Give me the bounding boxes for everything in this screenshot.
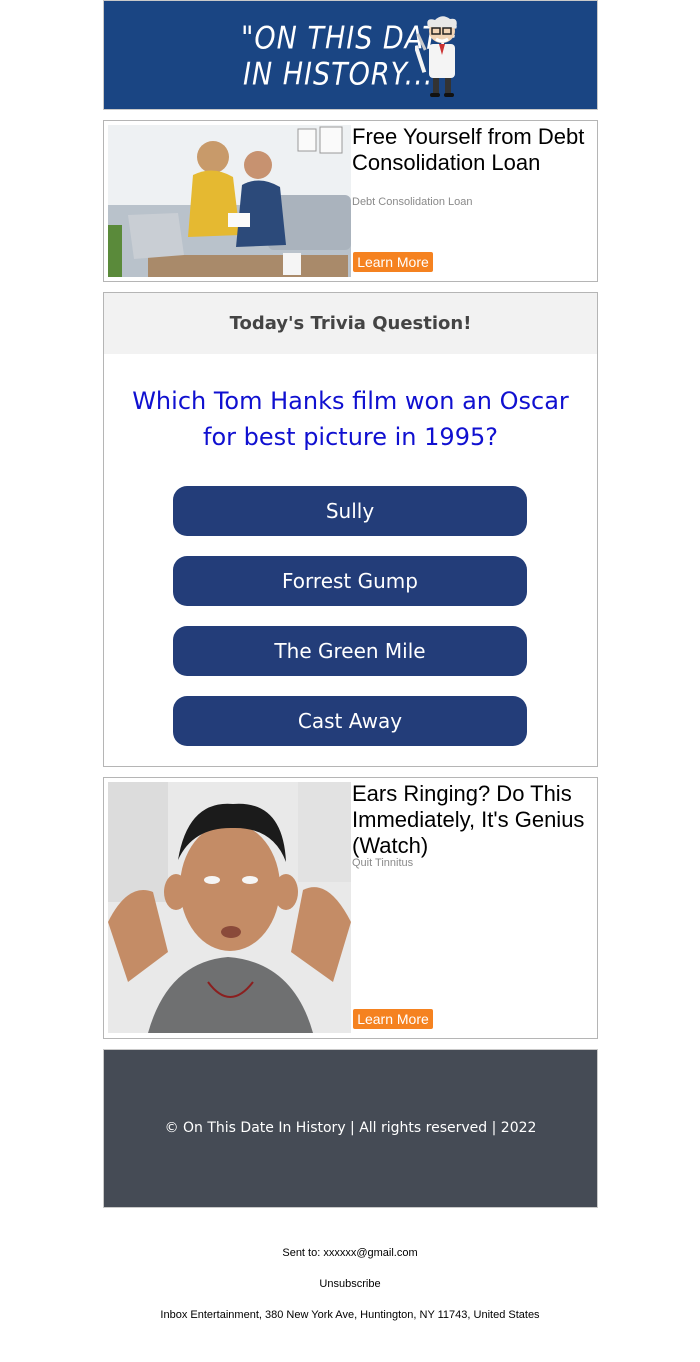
ad-source: Debt Consolidation Loan — [352, 196, 473, 208]
answer-button-cast-away[interactable]: Cast Away — [173, 696, 527, 746]
unsubscribe-link[interactable]: Unsubscribe — [0, 1278, 700, 1290]
ad-title[interactable]: Free Yourself from Debt Consolidation Lo… — [352, 124, 592, 176]
site-logo[interactable]: "ON THIS DATE IN HISTORY..." — [241, 15, 471, 101]
answer-button-the-green-mile[interactable]: The Green Mile — [173, 626, 527, 676]
trivia-card: Today's Trivia Question! Which Tom Hanks… — [103, 292, 598, 767]
answer-button-sully[interactable]: Sully — [173, 486, 527, 536]
learn-more-button[interactable]: Learn More — [353, 1009, 433, 1029]
company-address: Inbox Entertainment, 380 New York Ave, H… — [160, 1309, 540, 1321]
ad-image[interactable] — [108, 125, 351, 277]
sponsored-ad-card[interactable]: Ears Ringing? Do This Immediately, It's … — [103, 777, 598, 1039]
ad-image[interactable] — [108, 782, 351, 1033]
ad-source: Quit Tinnitus — [352, 857, 414, 869]
sponsored-ad-card[interactable]: Free Yourself from Debt Consolidation Lo… — [103, 120, 598, 282]
ad-title[interactable]: Ears Ringing? Do This Immediately, It's … — [352, 781, 592, 859]
copyright-footer: © On This Date In History | All rights r… — [103, 1049, 598, 1208]
answer-button-forrest-gump[interactable]: Forrest Gump — [173, 556, 527, 606]
header-banner[interactable]: "ON THIS DATE IN HISTORY..." — [103, 0, 598, 110]
learn-more-button[interactable]: Learn More — [353, 252, 433, 272]
trivia-question: Which Tom Hanks film won an Oscar for be… — [132, 387, 569, 451]
trivia-heading: Today's Trivia Question! — [104, 293, 597, 354]
sent-to-text: Sent to: xxxxxx@gmail.com — [282, 1247, 418, 1259]
professor-mascot-icon — [415, 16, 457, 97]
